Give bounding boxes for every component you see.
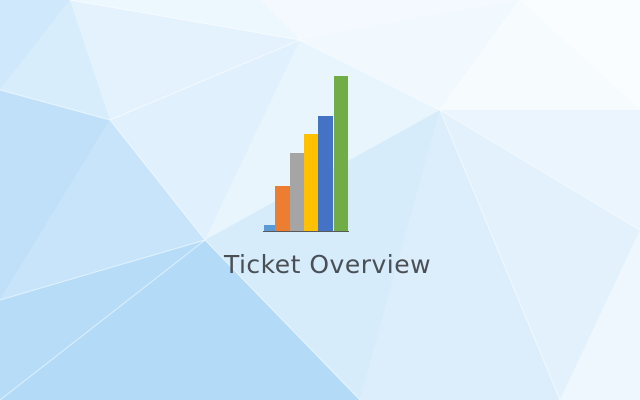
logo-bar-6 bbox=[334, 76, 348, 231]
page-title: Ticket Overview bbox=[223, 250, 432, 279]
logo-bar-2 bbox=[275, 186, 290, 231]
logo-bar-4 bbox=[304, 134, 318, 231]
bar-chart-icon bbox=[263, 76, 349, 232]
logo-bar-3 bbox=[290, 153, 304, 231]
logo-bar-5 bbox=[318, 116, 333, 231]
logo-bar-1 bbox=[264, 225, 275, 231]
